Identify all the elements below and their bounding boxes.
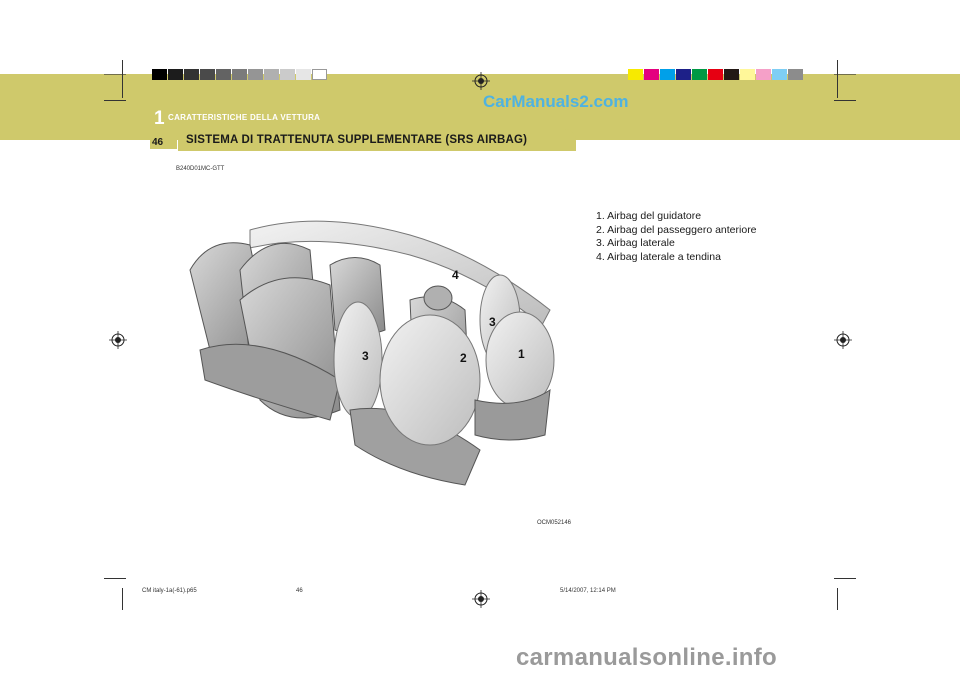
chapter-number: 1 [154, 108, 165, 129]
watermark-top[interactable]: CarManuals2.com [483, 92, 629, 112]
color-swatch [280, 69, 295, 80]
footer-page-number: 46 [296, 588, 303, 594]
color-swatch [708, 69, 723, 80]
color-swatch [644, 69, 659, 80]
color-swatch [168, 69, 183, 80]
color-swatch [296, 69, 311, 80]
footer-date: 5/14/2007, 12:14 PM [560, 588, 616, 594]
figure-code: OCM052146 [537, 520, 572, 526]
color-swatch [772, 69, 787, 80]
footer-filename: CM italy-1a(-61).p65 [142, 588, 197, 594]
legend-item-curtain: 4. Airbag laterale a tendina [596, 250, 721, 263]
callout-3-right: 3 [489, 315, 496, 329]
color-swatch [200, 69, 215, 80]
color-swatch [152, 69, 167, 80]
color-swatch [788, 69, 803, 80]
callout-3-left: 3 [362, 349, 369, 363]
registration-mark-icon [109, 331, 127, 349]
color-swatch [692, 69, 707, 80]
callout-2: 2 [460, 351, 467, 365]
color-swatch [676, 69, 691, 80]
color-swatch [216, 69, 231, 80]
color-swatch [264, 69, 279, 80]
section-title: SISTEMA DI TRATTENUTA SUPPLEMENTARE (SRS… [186, 134, 528, 146]
document-code: B240D01MC-GTT [176, 166, 225, 172]
page-number: 46 [152, 137, 164, 148]
color-swatch [756, 69, 771, 80]
registration-mark-icon [472, 72, 490, 90]
legend-item-side: 3. Airbag laterale [596, 237, 675, 249]
legend-item-passenger: 2. Airbag del passeggero anteriore [596, 223, 757, 236]
callout-4: 4 [452, 268, 459, 282]
bottom-watermark[interactable]: carmanualsonline.info [516, 644, 777, 672]
color-calibration-bar-right [628, 69, 804, 80]
color-swatch [184, 69, 199, 80]
color-swatch [660, 69, 675, 80]
legend-item-driver: 1. Airbag del guidatore [596, 210, 702, 222]
color-swatch [740, 69, 755, 80]
color-swatch [312, 69, 327, 80]
callout-1: 1 [518, 347, 525, 361]
airbag-illustration: 1 2 3 3 4 [189, 220, 555, 486]
color-swatch [724, 69, 739, 80]
registration-mark-icon [834, 331, 852, 349]
airbag-legend: 1. Airbag del guidatore 2. Airbag del pa… [596, 210, 757, 264]
color-swatch [232, 69, 247, 80]
color-calibration-bar-left [152, 69, 328, 80]
color-swatch [628, 69, 643, 80]
registration-mark-icon [472, 590, 490, 608]
color-swatch [248, 69, 263, 80]
chapter-title: CARATTERISTICHE DELLA VETTURA [168, 113, 321, 122]
